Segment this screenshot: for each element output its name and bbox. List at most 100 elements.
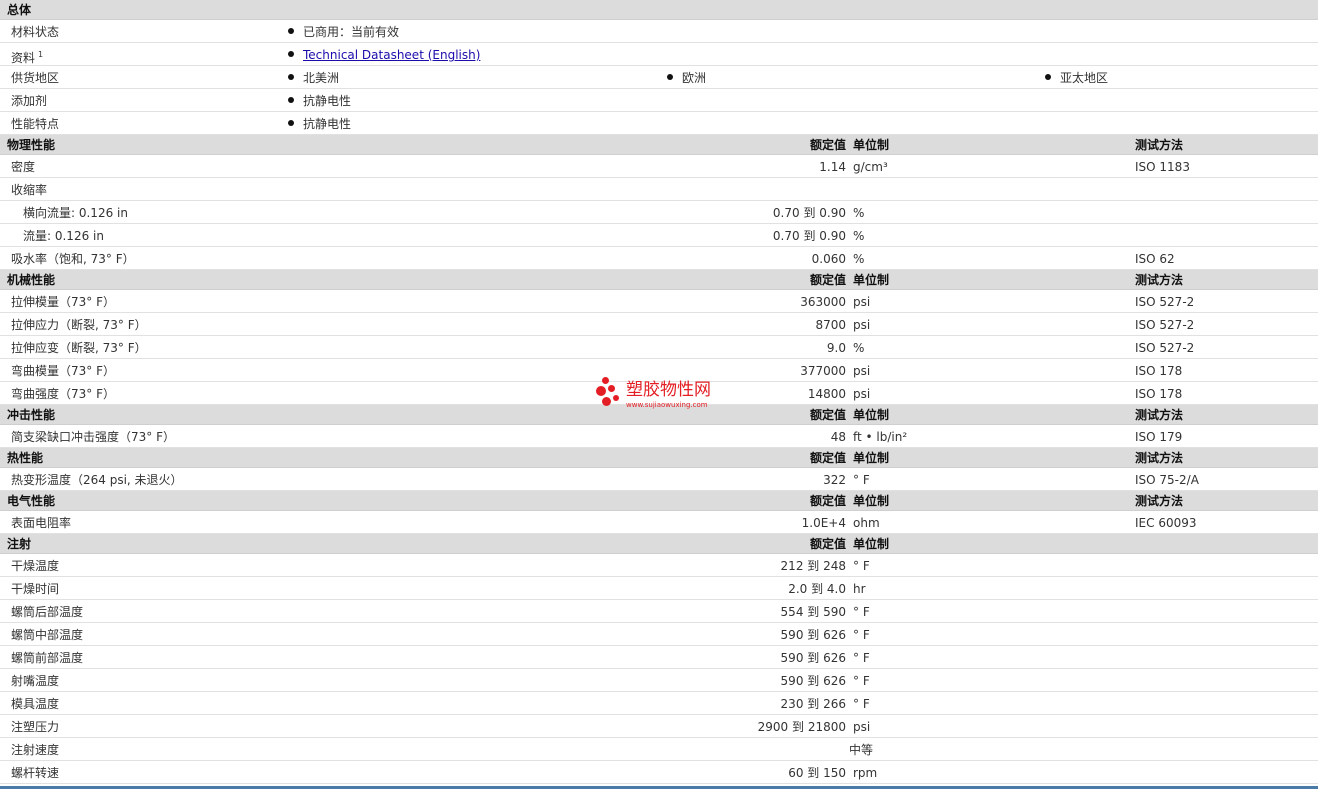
property-row: 干燥温度 212 到 248 ° F	[0, 554, 1318, 577]
property-row: 螺筒后部温度 554 到 590 ° F	[0, 600, 1318, 623]
row-label: 添加剂	[11, 94, 47, 108]
column-header-unit: 单位制	[853, 537, 890, 551]
property-row: 注射速度 中等	[0, 738, 1318, 761]
property-value: 中等	[848, 743, 873, 757]
property-method: ISO 62	[1135, 252, 1175, 266]
property-row: 拉伸应力（断裂, 73° F） 8700 psi ISO 527-2	[0, 313, 1318, 336]
logo-dot	[602, 377, 609, 384]
general-value: Technical Datasheet (English)	[288, 48, 480, 62]
property-unit: psi	[853, 387, 871, 401]
property-value: 590 到 626	[780, 651, 846, 665]
property-unit: rpm	[853, 766, 878, 780]
datasheet-link[interactable]: Technical Datasheet (English)	[303, 48, 480, 62]
property-unit: hr	[853, 582, 866, 596]
property-row: 表面电阻率 1.0E+4 ohm IEC 60093	[0, 511, 1318, 534]
column-header-method: 测试方法	[1135, 408, 1184, 422]
property-unit: ° F	[853, 605, 870, 619]
property-unit: psi	[853, 720, 871, 734]
property-value: 60 到 150	[788, 766, 846, 780]
property-method: ISO 179	[1135, 430, 1183, 444]
property-unit: %	[853, 229, 865, 243]
property-value: 322	[823, 473, 846, 487]
property-unit: %	[853, 341, 865, 355]
logo-dot	[602, 397, 611, 406]
row-label-text: 添加剂	[11, 94, 48, 108]
property-label: 密度	[11, 160, 36, 174]
row-label: 资料 1	[11, 48, 43, 65]
bullet-icon	[288, 97, 294, 103]
property-row: 射嘴温度 590 到 626 ° F	[0, 669, 1318, 692]
property-value: 8700	[815, 318, 846, 332]
property-label: 螺筒中部温度	[11, 628, 84, 642]
property-label: 螺筒后部温度	[11, 605, 84, 619]
property-unit: ° F	[853, 651, 870, 665]
general-value-text: 已商用：当前有效	[303, 25, 400, 39]
property-value: 212 到 248	[780, 559, 846, 573]
property-label: 吸水率（饱和, 73° F）	[11, 252, 135, 266]
property-unit: ohm	[853, 516, 880, 530]
general-value: 抗静电性	[288, 94, 351, 108]
property-value: 9.0	[826, 341, 846, 355]
section-header: 电气性能 额定值 单位制 测试方法	[0, 491, 1318, 511]
general-value-text: 抗静电性	[303, 117, 352, 131]
section-title: 电气性能	[7, 494, 56, 508]
property-unit: ft • lb/in²	[853, 430, 908, 444]
row-label-text: 材料状态	[11, 25, 60, 39]
row-label-text: 供货地区	[11, 71, 60, 85]
property-label: 注塑压力	[11, 720, 60, 734]
property-unit: ° F	[853, 674, 870, 688]
property-method: IEC 60093	[1135, 516, 1197, 530]
bullet-icon	[667, 74, 673, 80]
property-unit: g/cm³	[853, 160, 888, 174]
logo-dot	[596, 386, 606, 396]
general-value-text: 北美洲	[303, 71, 340, 85]
property-unit: psi	[853, 295, 871, 309]
property-value: 48	[830, 430, 846, 444]
property-row: 螺筒前部温度 590 到 626 ° F	[0, 646, 1318, 669]
property-value: 0.70 到 0.90	[772, 206, 846, 220]
section-title: 物理性能	[7, 138, 56, 152]
property-row: 螺杆转速 60 到 150 rpm	[0, 761, 1318, 784]
property-unit: psi	[853, 364, 871, 378]
property-label: 拉伸应变（断裂, 73° F）	[11, 341, 147, 355]
column-header-unit: 单位制	[853, 494, 890, 508]
column-header-unit: 单位制	[853, 273, 890, 287]
general-value: 已商用：当前有效	[288, 25, 399, 39]
general-row: 材料状态 已商用：当前有效	[0, 20, 1318, 43]
property-row: 收缩率	[0, 178, 1318, 201]
bullet-icon	[1045, 74, 1051, 80]
property-label: 干燥温度	[11, 559, 60, 573]
property-label: 弯曲强度（73° F）	[11, 387, 115, 401]
property-unit: %	[853, 252, 865, 266]
property-label: 弯曲模量（73° F）	[11, 364, 115, 378]
property-value: 2900 到 21800	[757, 720, 846, 734]
property-value: 14800	[807, 387, 846, 401]
footnote-marker: 1	[38, 50, 44, 59]
property-row: 热变形温度（264 psi, 未退火） 322 ° F ISO 75-2/A	[0, 468, 1318, 491]
property-value: 554 到 590	[780, 605, 846, 619]
property-unit: ° F	[853, 628, 870, 642]
general-value: 抗静电性	[288, 117, 351, 131]
property-unit: ° F	[853, 697, 870, 711]
column-header-value: 额定值	[809, 408, 846, 422]
property-row: 流量: 0.126 in 0.70 到 0.90%	[0, 224, 1318, 247]
property-label: 流量: 0.126 in	[23, 229, 104, 243]
property-unit: %	[853, 206, 865, 220]
column-header-value: 额定值	[809, 494, 846, 508]
property-row: 注塑压力 2900 到 21800 psi	[0, 715, 1318, 738]
property-value: 0.060	[811, 252, 846, 266]
property-value: 1.0E+4	[801, 516, 846, 530]
property-row: 横向流量: 0.126 in 0.70 到 0.90%	[0, 201, 1318, 224]
property-value: 1.14	[819, 160, 846, 174]
general-row: 资料 1 Technical Datasheet (English)	[0, 43, 1318, 66]
property-label: 螺杆转速	[11, 766, 60, 780]
section-title: 热性能	[7, 451, 44, 465]
property-value: 0.70 到 0.90	[772, 229, 846, 243]
general-value-text: 欧洲	[682, 71, 707, 85]
property-row: 拉伸模量（73° F） 363000 psi ISO 527-2	[0, 290, 1318, 313]
general-row: 性能特点 抗静电性	[0, 112, 1318, 135]
property-method: ISO 75-2/A	[1135, 473, 1199, 487]
section-header: 物理性能 额定值 单位制 测试方法	[0, 135, 1318, 155]
property-method: ISO 178	[1135, 387, 1183, 401]
row-label-text: 资料	[11, 51, 36, 65]
